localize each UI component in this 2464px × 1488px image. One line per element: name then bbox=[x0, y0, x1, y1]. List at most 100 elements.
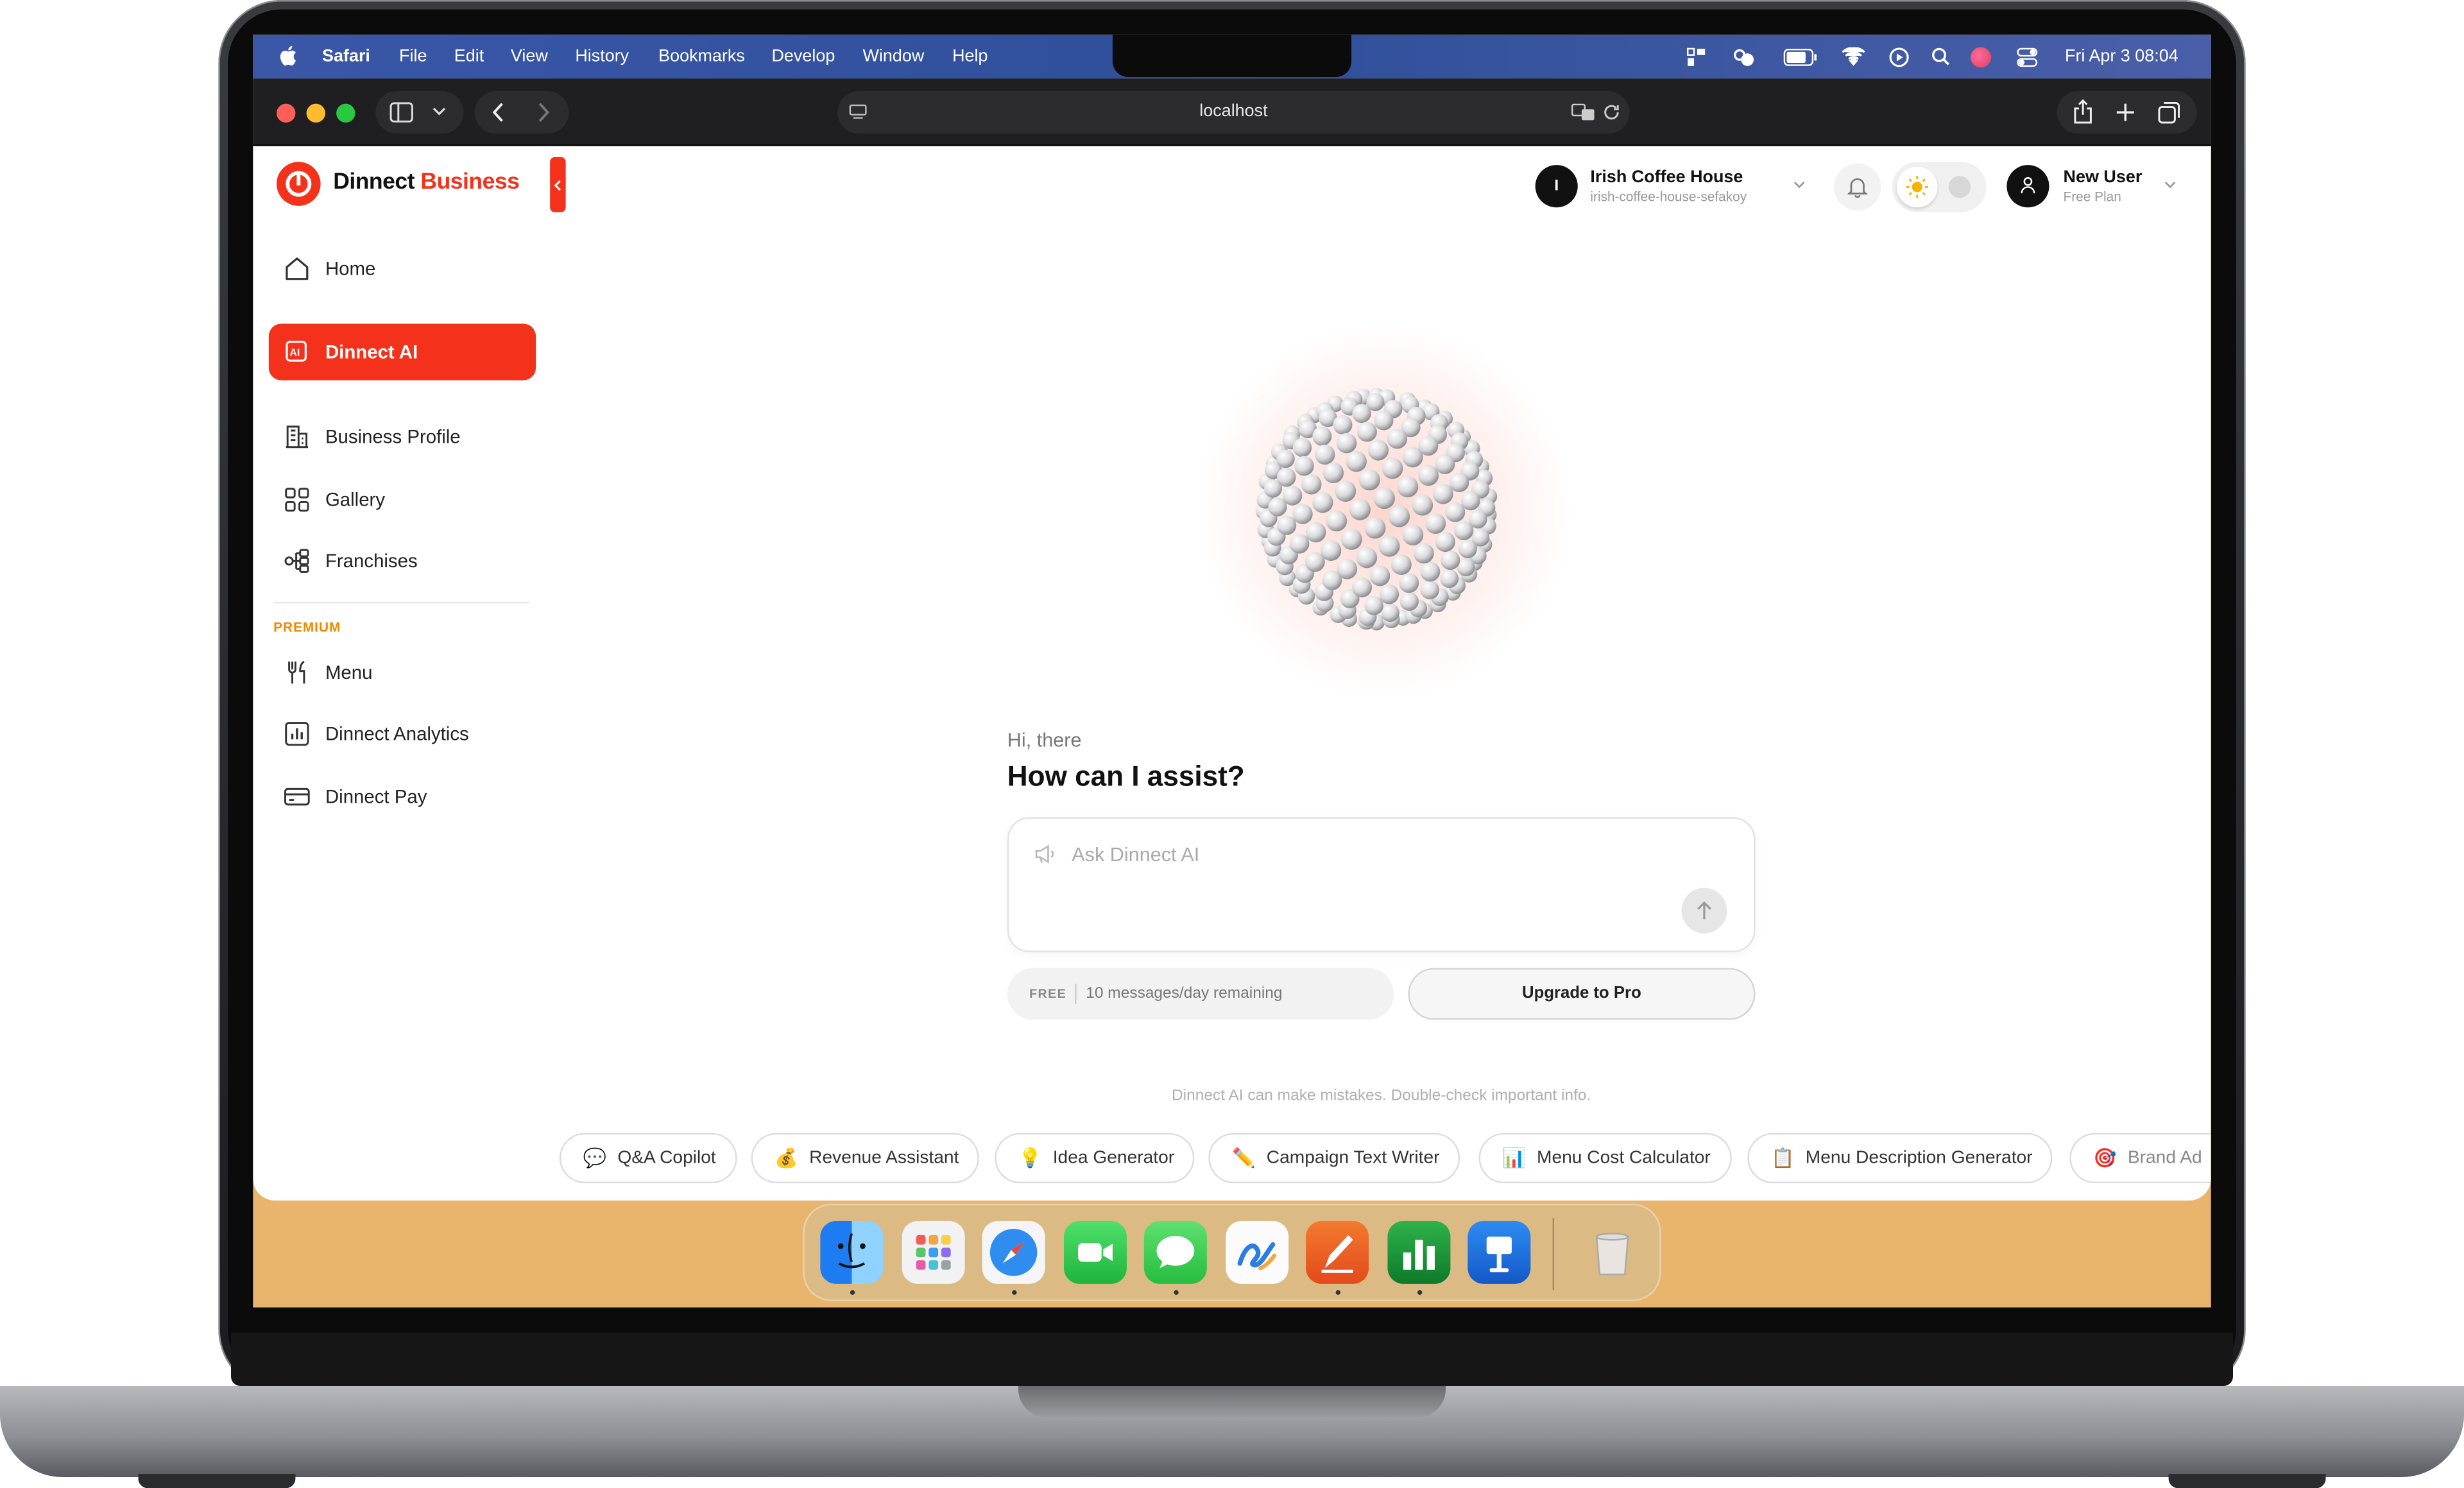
camera-notch bbox=[1112, 34, 1352, 78]
control-center-icon[interactable] bbox=[2016, 47, 2038, 67]
launchpad-icon[interactable] bbox=[902, 1220, 965, 1284]
user-menu[interactable]: New User Free Plan bbox=[2006, 165, 2179, 212]
tool-chip-menu-cost-calculator[interactable]: 📊 Menu Cost Calculator bbox=[1478, 1133, 1731, 1184]
orb-particle bbox=[1374, 411, 1394, 431]
keynote-icon[interactable] bbox=[1467, 1220, 1531, 1284]
share-icon[interactable] bbox=[2073, 99, 2093, 124]
safari-icon[interactable] bbox=[982, 1220, 1045, 1284]
facetime-icon[interactable] bbox=[1063, 1220, 1127, 1284]
upgrade-button[interactable]: Upgrade to Pro bbox=[1408, 968, 1756, 1020]
close-window-button[interactable] bbox=[277, 103, 296, 123]
wifi-icon[interactable] bbox=[1842, 47, 1865, 66]
orb-particle bbox=[1335, 481, 1356, 502]
apple-icon[interactable] bbox=[280, 46, 297, 66]
tool-chip-label: Q&A Copilot bbox=[617, 1149, 716, 1168]
new-tab-icon[interactable] bbox=[2115, 102, 2135, 123]
brand-name: Dinnect Business bbox=[333, 169, 520, 194]
orb-particle bbox=[1356, 547, 1378, 569]
page-menu-icon[interactable] bbox=[848, 104, 867, 121]
sidebar-item-menu[interactable]: Menu bbox=[269, 644, 536, 701]
plan-badge: FREE bbox=[1029, 986, 1067, 1002]
sidebar-item-franchises[interactable]: Franchises bbox=[269, 533, 536, 589]
chevron-left-icon bbox=[554, 180, 561, 191]
battery-icon[interactable] bbox=[1783, 48, 1818, 66]
premium-section-label: PREMIUM bbox=[273, 619, 341, 635]
tab-overview-icon[interactable] bbox=[2157, 101, 2181, 124]
sidebar-item-gallery[interactable]: Gallery bbox=[269, 472, 536, 528]
orb-particle bbox=[1315, 444, 1335, 465]
tool-chip-label: Campaign Text Writer bbox=[1266, 1149, 1440, 1168]
tool-chip-idea-generator[interactable]: 💡 Idea Generator bbox=[995, 1133, 1195, 1184]
sidebar-item-dinnect-pay[interactable]: Dinnect Pay bbox=[269, 769, 536, 825]
business-selector[interactable]: I Irish Coffee House irish-coffee-house-… bbox=[1535, 165, 1811, 212]
menubar-clock[interactable]: Fri Apr 3 08:04 bbox=[2065, 47, 2178, 65]
finder-icon[interactable] bbox=[820, 1220, 884, 1284]
pages-icon[interactable] bbox=[1306, 1220, 1369, 1284]
menubar-item-history[interactable]: History bbox=[575, 47, 629, 65]
orb-particle bbox=[1321, 540, 1342, 561]
menubar-item-help[interactable]: Help bbox=[952, 47, 988, 65]
tool-chip-campaign-text-writer[interactable]: ✏️ Campaign Text Writer bbox=[1208, 1133, 1460, 1184]
dock-separator bbox=[1552, 1217, 1555, 1290]
minimize-window-button[interactable] bbox=[306, 103, 325, 123]
bell-icon bbox=[1847, 178, 1869, 198]
tool-chip-qa-copilot[interactable]: 💬 Q&A Copilot bbox=[559, 1133, 737, 1184]
orb-particle bbox=[1381, 603, 1399, 622]
sidebar-item-dinnect-ai[interactable]: AI Dinnect AI bbox=[268, 323, 536, 381]
menubar-app-name[interactable]: Safari bbox=[322, 47, 370, 65]
light-mode-option[interactable] bbox=[1896, 166, 1938, 208]
orb-particle bbox=[1435, 454, 1455, 474]
sidebar-item-label: Home bbox=[325, 257, 376, 280]
grid-icon bbox=[285, 488, 309, 512]
sidebar-toggle-button[interactable] bbox=[375, 91, 464, 134]
forward-button[interactable] bbox=[538, 102, 551, 123]
pen-nib-icon bbox=[1321, 1235, 1353, 1273]
page-title: How can I assist? bbox=[1007, 760, 1245, 792]
menubar-item-develop[interactable]: Develop bbox=[771, 47, 835, 65]
logo-mark-icon bbox=[286, 171, 312, 197]
notifications-button[interactable] bbox=[1833, 163, 1881, 211]
keyboard-layout-icon[interactable] bbox=[1686, 47, 1707, 67]
back-button[interactable] bbox=[492, 102, 505, 123]
user-avatar-icon[interactable] bbox=[1971, 47, 1991, 68]
sidebar-item-business-profile[interactable]: Business Profile bbox=[269, 409, 536, 465]
menubar-item-window[interactable]: Window bbox=[863, 47, 925, 65]
finder-face-icon bbox=[837, 1233, 866, 1269]
zoom-window-button[interactable] bbox=[336, 103, 355, 123]
orb-particle bbox=[1397, 476, 1419, 498]
orb-particle bbox=[1399, 573, 1419, 594]
menubar-item-file[interactable]: File bbox=[399, 47, 427, 65]
reload-icon[interactable] bbox=[1603, 104, 1620, 121]
play-icon[interactable] bbox=[1889, 47, 1910, 67]
moon-icon[interactable] bbox=[1948, 176, 1971, 198]
sidebar-item-label: Dinnect Analytics bbox=[325, 723, 469, 745]
theme-toggle[interactable] bbox=[1892, 162, 1987, 212]
freeform-icon[interactable] bbox=[1226, 1220, 1289, 1284]
tool-chip-menu-description-generator[interactable]: 📋 Menu Description Generator bbox=[1747, 1133, 2053, 1184]
trash-can-icon bbox=[1595, 1233, 1629, 1276]
translate-icon[interactable] bbox=[1571, 103, 1596, 121]
trash-icon[interactable] bbox=[1581, 1221, 1644, 1284]
speech-bubble-icon: 💬 bbox=[583, 1147, 607, 1170]
spotlight-search-icon[interactable] bbox=[1931, 47, 1950, 65]
sidebar-item-home[interactable]: Home bbox=[269, 241, 536, 297]
business-slug: irish-coffee-house-sefakoy bbox=[1590, 188, 1747, 205]
orb-particle bbox=[1312, 426, 1332, 446]
collapse-sidebar-button[interactable] bbox=[550, 157, 566, 212]
ask-ai-input[interactable]: Ask Dinnect AI bbox=[1007, 817, 1756, 953]
dinnect-logo[interactable] bbox=[277, 162, 321, 206]
messages-icon[interactable] bbox=[1143, 1220, 1207, 1284]
tool-chip-brand-ad[interactable]: 🎯 Brand Ad bbox=[2069, 1133, 2211, 1184]
menubar-item-bookmarks[interactable]: Bookmarks bbox=[658, 47, 745, 65]
tool-chip-revenue-assistant[interactable]: 💰 Revenue Assistant bbox=[751, 1133, 980, 1184]
chevron-down-icon bbox=[432, 107, 446, 115]
sidebar-item-dinnect-analytics[interactable]: Dinnect Analytics bbox=[269, 706, 536, 762]
menubar-item-view[interactable]: View bbox=[511, 47, 548, 65]
chevron-down-icon bbox=[2164, 182, 2176, 189]
weather-icon[interactable] bbox=[1729, 46, 1757, 67]
menubar-item-edit[interactable]: Edit bbox=[454, 47, 484, 65]
sidebar-divider bbox=[273, 601, 530, 604]
address-bar[interactable]: localhost bbox=[837, 91, 1630, 134]
numbers-icon[interactable] bbox=[1387, 1220, 1451, 1284]
send-button[interactable] bbox=[1681, 887, 1727, 934]
